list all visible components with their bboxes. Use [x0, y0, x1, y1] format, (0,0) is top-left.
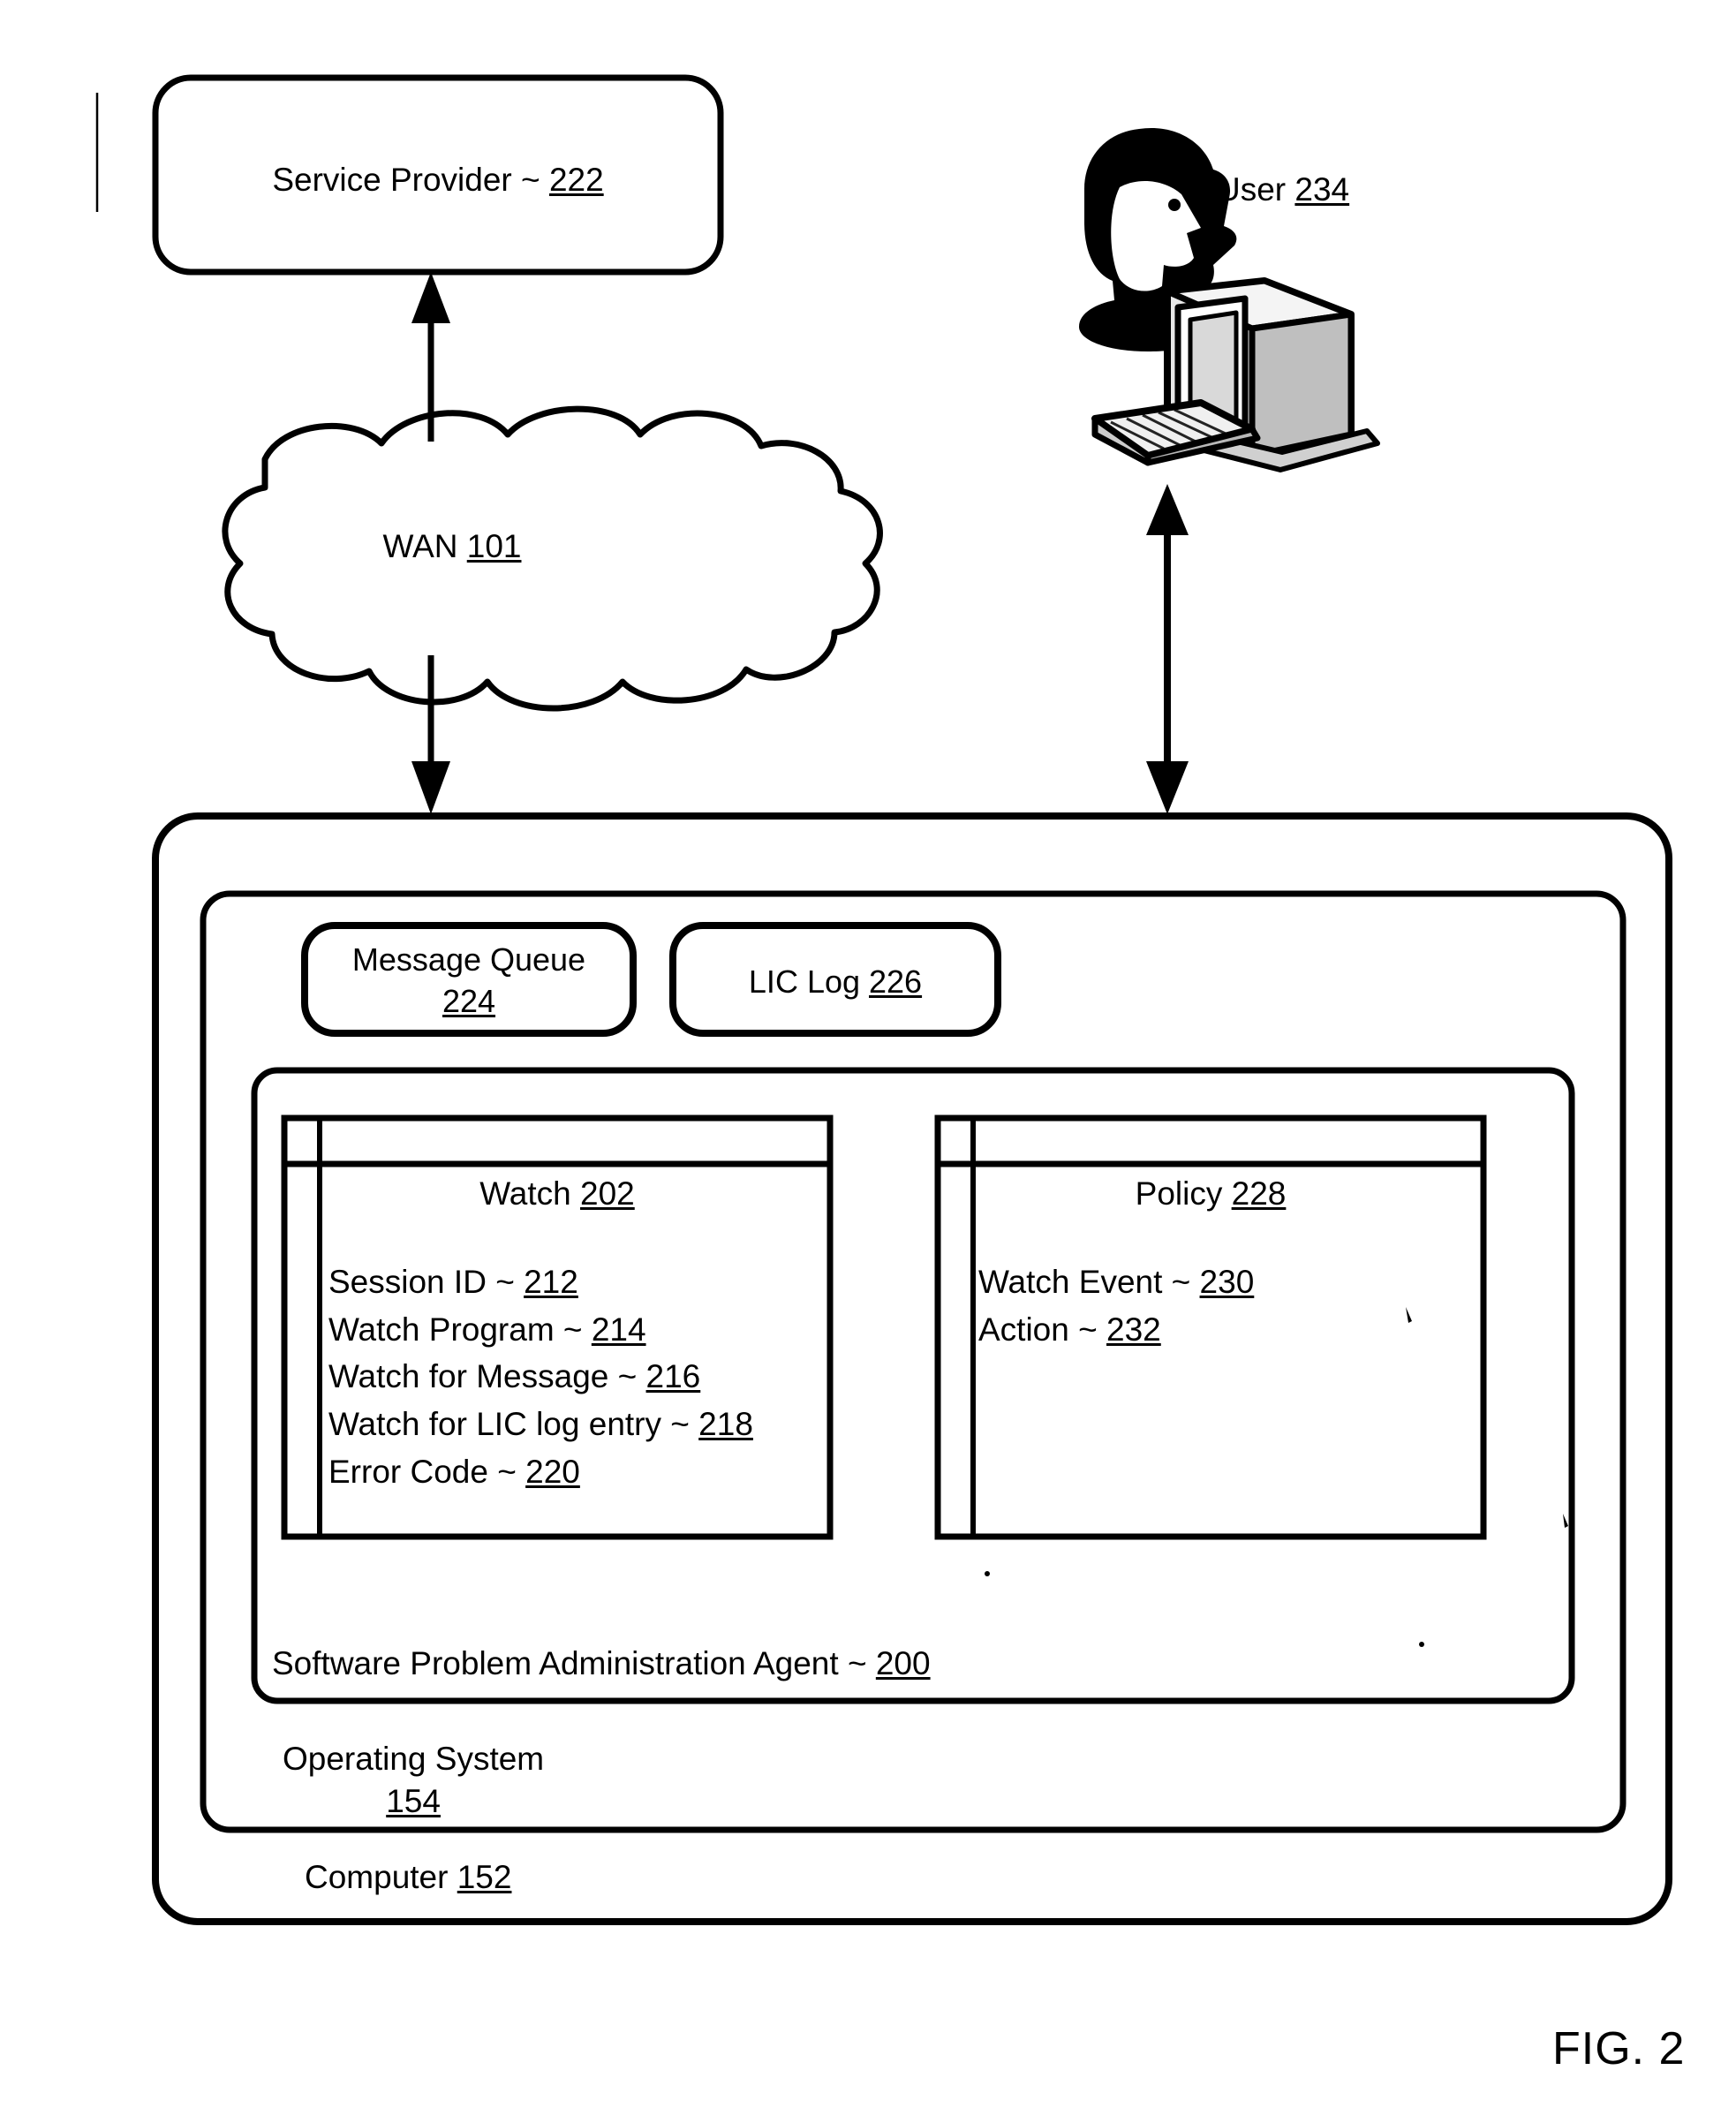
arrowhead-down-computer-user [1146, 761, 1189, 814]
arrowhead-down-computer [411, 761, 450, 814]
policy-item-watch-event: Watch Event ~ 230 [978, 1264, 1255, 1300]
figure-caption: FIG. 2 [1552, 2023, 1686, 2074]
operating-system-ref: 154 [386, 1783, 441, 1820]
user-label: User 234 [1217, 171, 1350, 208]
operating-system-label-text: Operating System [283, 1741, 545, 1777]
message-queue-label: Message Queue 224 [352, 940, 585, 1023]
operating-system-label: Operating System 154 [283, 1738, 544, 1823]
wan-label: WAN 101 [382, 528, 522, 564]
scan-speck [985, 1571, 990, 1576]
arrowhead-up-workstation [1146, 484, 1189, 535]
policy-title: Policy 228 [1135, 1175, 1287, 1212]
patent-figure-page: Service Provider ~ 222 WAN 101 User 234 … [0, 0, 1736, 2123]
watch-item-list: Session ID ~ 212 Watch Program ~ 214 Wat… [328, 1258, 753, 1495]
watch-item-session-id: Session ID ~ 212 [328, 1264, 578, 1300]
scan-speck [1419, 1642, 1424, 1647]
policy-item-list: Watch Event ~ 230 Action ~ 232 [978, 1258, 1254, 1353]
policy-item-action: Action ~ 232 [978, 1311, 1161, 1348]
computer-label: Computer 152 [305, 1859, 512, 1895]
watch-item-error-code: Error Code ~ 220 [328, 1453, 580, 1490]
message-queue-ref: 224 [442, 982, 496, 1019]
arrowhead-up-service-provider [411, 272, 450, 323]
service-provider-label: Service Provider ~ 222 [272, 162, 604, 198]
watch-item-watch-program: Watch Program ~ 214 [328, 1311, 646, 1348]
watch-title: Watch 202 [479, 1175, 635, 1212]
lic-log-label: LIC Log 226 [748, 963, 923, 1000]
watch-item-watch-for-message: Watch for Message ~ 216 [328, 1358, 701, 1395]
agent-label: Software Problem Administration Agent ~ … [272, 1645, 931, 1681]
wan-cloud-shape [222, 405, 883, 712]
message-queue-label-text: Message Queue [351, 941, 586, 978]
diagram-vector-layer [95, 74, 1672, 1925]
watch-item-watch-for-lic-log-entry: Watch for LIC log entry ~ 218 [328, 1405, 753, 1442]
